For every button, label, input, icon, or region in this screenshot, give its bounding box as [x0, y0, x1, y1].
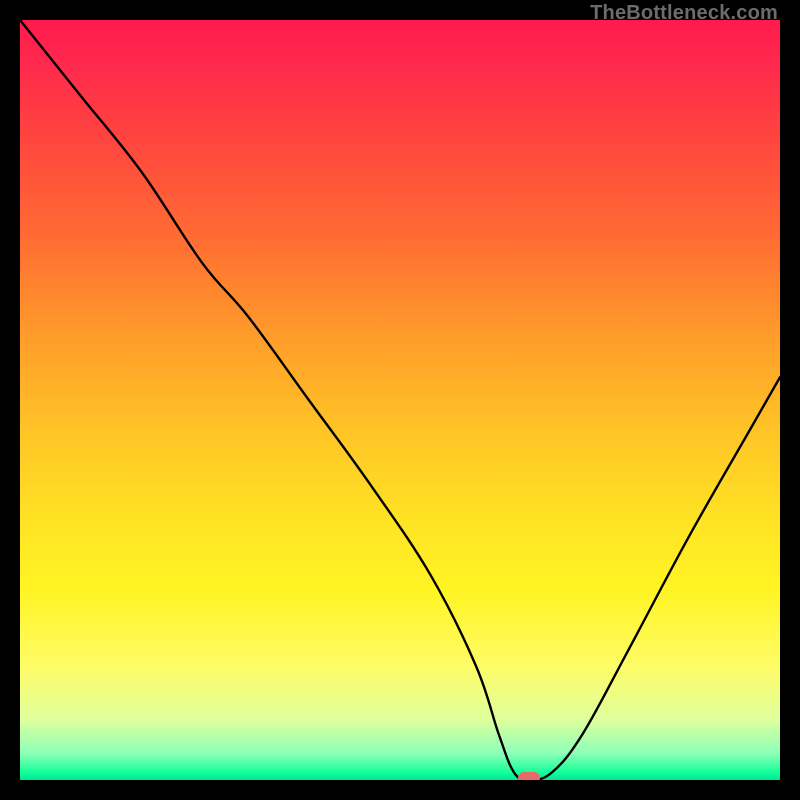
bottleneck-curve: [20, 20, 780, 780]
chart-frame: TheBottleneck.com: [0, 0, 800, 800]
plot-area: [20, 20, 780, 780]
watermark-text: TheBottleneck.com: [590, 2, 778, 25]
curve-line: [20, 20, 780, 780]
minimum-marker: [518, 772, 540, 780]
